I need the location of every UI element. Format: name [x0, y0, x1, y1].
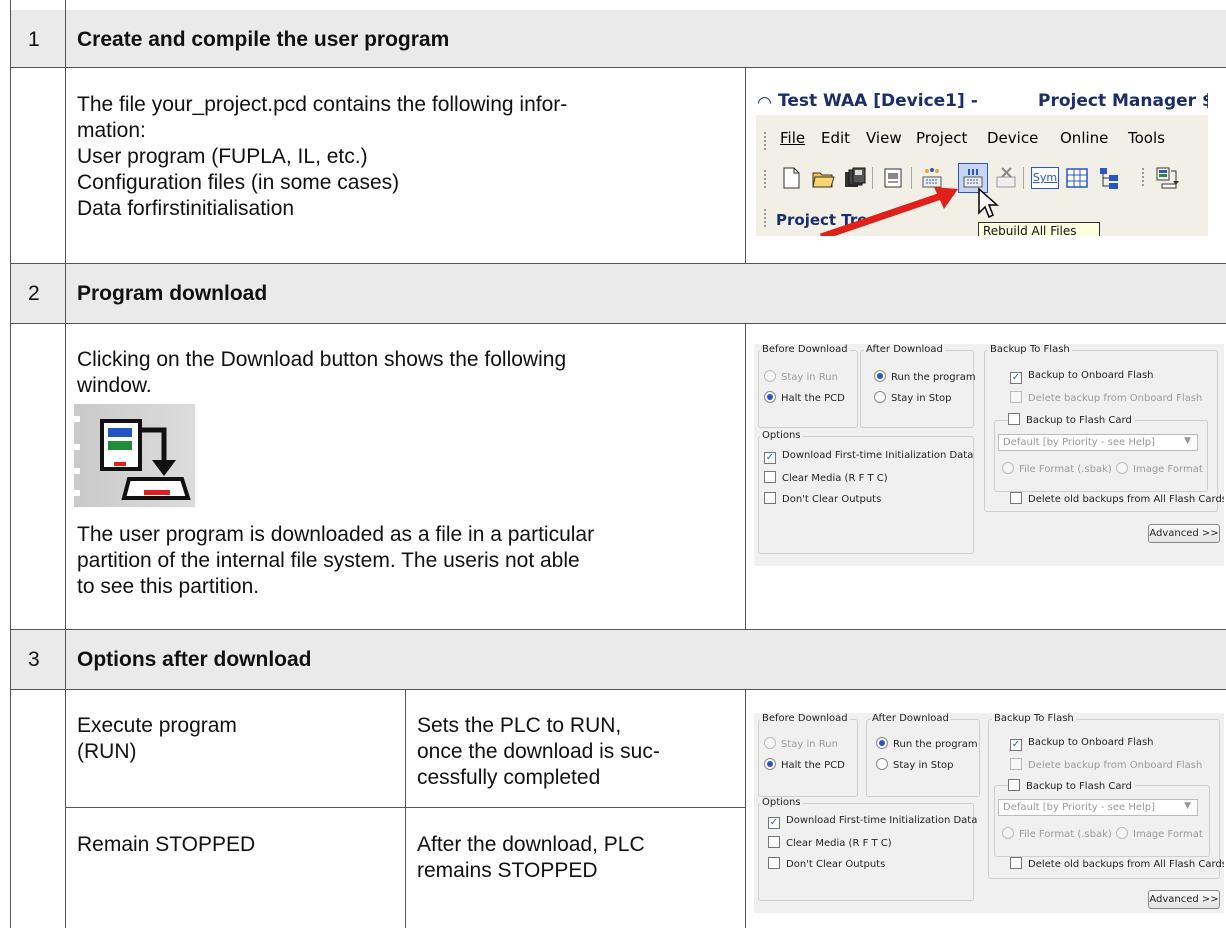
row1-number: 1: [28, 28, 40, 51]
menu-edit[interactable]: Edit: [821, 129, 850, 147]
pm-title-bar: ◠ Test WAA [Device1] - Project Manager $…: [756, 87, 1208, 115]
before-download-label: Before Download: [760, 344, 850, 355]
row3-title: Options after download: [77, 648, 312, 671]
file-format-radio[interactable]: File Format (.sbak): [1002, 827, 1112, 840]
delete-backup-onboard-checkbox[interactable]: Delete backup from Onboard Flash: [1010, 391, 1202, 404]
clear-media-checkbox[interactable]: Clear Media (R F T C): [764, 471, 888, 484]
app-logo-icon: ◠: [758, 93, 772, 113]
red-arrow-icon: [819, 187, 958, 236]
menu-view[interactable]: View: [866, 129, 902, 147]
run-option-description: Sets the PLC to RUN, once the download i…: [417, 714, 660, 789]
advanced-button[interactable]: Advanced >>: [1148, 890, 1220, 909]
options-label: Options: [760, 797, 803, 808]
menu-file[interactable]: File: [780, 129, 805, 147]
delete-backup-onboard-checkbox[interactable]: Delete backup from Onboard Flash: [1010, 758, 1202, 771]
section1-line: The file your_project.pcd contains the f…: [77, 93, 568, 116]
image-format-radio[interactable]: Image Format: [1116, 462, 1203, 475]
project-manager-screenshot: ◠ Test WAA [Device1] - Project Manager $…: [756, 87, 1208, 236]
delete-old-backups-checkbox[interactable]: Delete old backups from All Flash Cards: [1010, 857, 1224, 870]
backup-to-flash-label: Backup To Flash: [992, 713, 1076, 724]
after-download-label: After Download: [870, 713, 951, 724]
menu-tools[interactable]: Tools: [1128, 129, 1165, 147]
section1-line: User program (FUPLA, IL, etc.): [77, 145, 368, 168]
section1-line: mation:: [77, 119, 146, 142]
download-dialog-options: Before Download Stay in Run Halt the PCD…: [754, 713, 1224, 913]
run-option-label: Execute program (RUN): [77, 714, 237, 763]
download-button-image: [74, 404, 195, 507]
dont-clear-outputs-checkbox[interactable]: Don't Clear Outputs: [768, 857, 885, 870]
run-program-radio[interactable]: Run the program: [876, 737, 978, 750]
menu-online[interactable]: Online: [1060, 129, 1108, 147]
backup-onboard-checkbox[interactable]: ✓ Backup to Onboard Flash: [1010, 737, 1154, 751]
backup-onboard-checkbox[interactable]: ✓ Backup to Onboard Flash: [1010, 370, 1154, 384]
download-first-time-checkbox[interactable]: ✓ Download First-time Initialization Data: [768, 815, 977, 829]
section1-line: Configuration files (in some cases): [77, 171, 400, 194]
section2-line: The user program is downloaded as a file…: [77, 523, 595, 546]
pm-title-left: Test WAA [Device1] -: [778, 91, 978, 111]
row2-number: 2: [28, 282, 40, 305]
stay-in-run-radio[interactable]: Stay in Run: [764, 370, 838, 383]
after-download-label: After Download: [864, 344, 945, 355]
section2-text-top: Clicking on the Download button shows th…: [77, 347, 566, 399]
row1-title: Create and compile the user program: [77, 28, 450, 51]
stay-in-stop-radio[interactable]: Stay in Stop: [874, 391, 952, 404]
halt-pcd-radio[interactable]: Halt the PCD: [764, 391, 845, 404]
section2-line: partition of the internal file system. T…: [77, 549, 580, 572]
backup-to-flash-label: Backup To Flash: [988, 344, 1072, 355]
options-label: Options: [760, 430, 803, 441]
stop-option-description: After the download, PLC remains STOPPED: [417, 833, 645, 882]
flash-card-select[interactable]: Default [by Priority - see Help] ▼: [998, 434, 1198, 451]
menu-project[interactable]: Project: [916, 129, 967, 147]
flash-card-select[interactable]: Default [by Priority - see Help] ▼: [998, 799, 1198, 816]
row3-number: 3: [28, 648, 40, 671]
tree-icon[interactable]: [1096, 165, 1122, 191]
menu-device[interactable]: Device: [987, 129, 1038, 147]
new-file-icon[interactable]: [778, 165, 804, 191]
section2-line: to see this partition.: [77, 575, 260, 598]
stop-option-label: Remain STOPPED: [77, 833, 256, 856]
section2-text-bottom: The user program is downloaded as a file…: [77, 522, 594, 600]
tooltip: Rebuild All Files: [978, 222, 1100, 236]
advanced-button[interactable]: Advanced >>: [1148, 524, 1220, 543]
section2-line: Clicking on the Download button shows th…: [77, 348, 567, 371]
file-format-radio[interactable]: File Format (.sbak): [1002, 462, 1112, 475]
delete-old-backups-checkbox[interactable]: Delete old backups from All Flash Cards: [1010, 492, 1224, 505]
section1-line: Data forfirstinitialisation: [77, 197, 295, 220]
pm-menu-bar: File Edit View Project Device Online Too…: [756, 129, 1208, 155]
download-program-icon[interactable]: [1154, 165, 1180, 191]
mouse-cursor-icon: [978, 187, 999, 219]
backup-flash-card-checkbox[interactable]: Backup to Flash Card: [1008, 413, 1135, 426]
download-first-time-checkbox[interactable]: ✓ Download First-time Initialization Data: [764, 450, 973, 464]
section1-text: The file your_project.pcd contains the f…: [77, 92, 567, 222]
row2-title: Program download: [77, 282, 268, 305]
clear-media-checkbox[interactable]: Clear Media (R F T C): [768, 836, 892, 849]
download-icon: [74, 416, 191, 500]
table-icon[interactable]: [1064, 165, 1090, 191]
backup-flash-card-checkbox[interactable]: Backup to Flash Card: [1008, 779, 1135, 792]
section2-line: window.: [77, 374, 152, 397]
halt-pcd-radio[interactable]: Halt the PCD: [764, 758, 845, 771]
run-program-radio[interactable]: Run the program: [874, 370, 976, 383]
dont-clear-outputs-checkbox[interactable]: Don't Clear Outputs: [764, 492, 881, 505]
stay-in-run-radio[interactable]: Stay in Run: [764, 737, 838, 750]
symbol-editor-icon[interactable]: Sym: [1031, 167, 1059, 189]
stay-in-stop-radio[interactable]: Stay in Stop: [876, 758, 954, 771]
download-dialog: Before Download Stay in Run Halt the PCD…: [754, 344, 1224, 566]
image-format-radio[interactable]: Image Format: [1116, 827, 1203, 840]
before-download-label: Before Download: [760, 713, 850, 724]
pm-title-right: Project Manager $2.0: [1038, 91, 1208, 111]
